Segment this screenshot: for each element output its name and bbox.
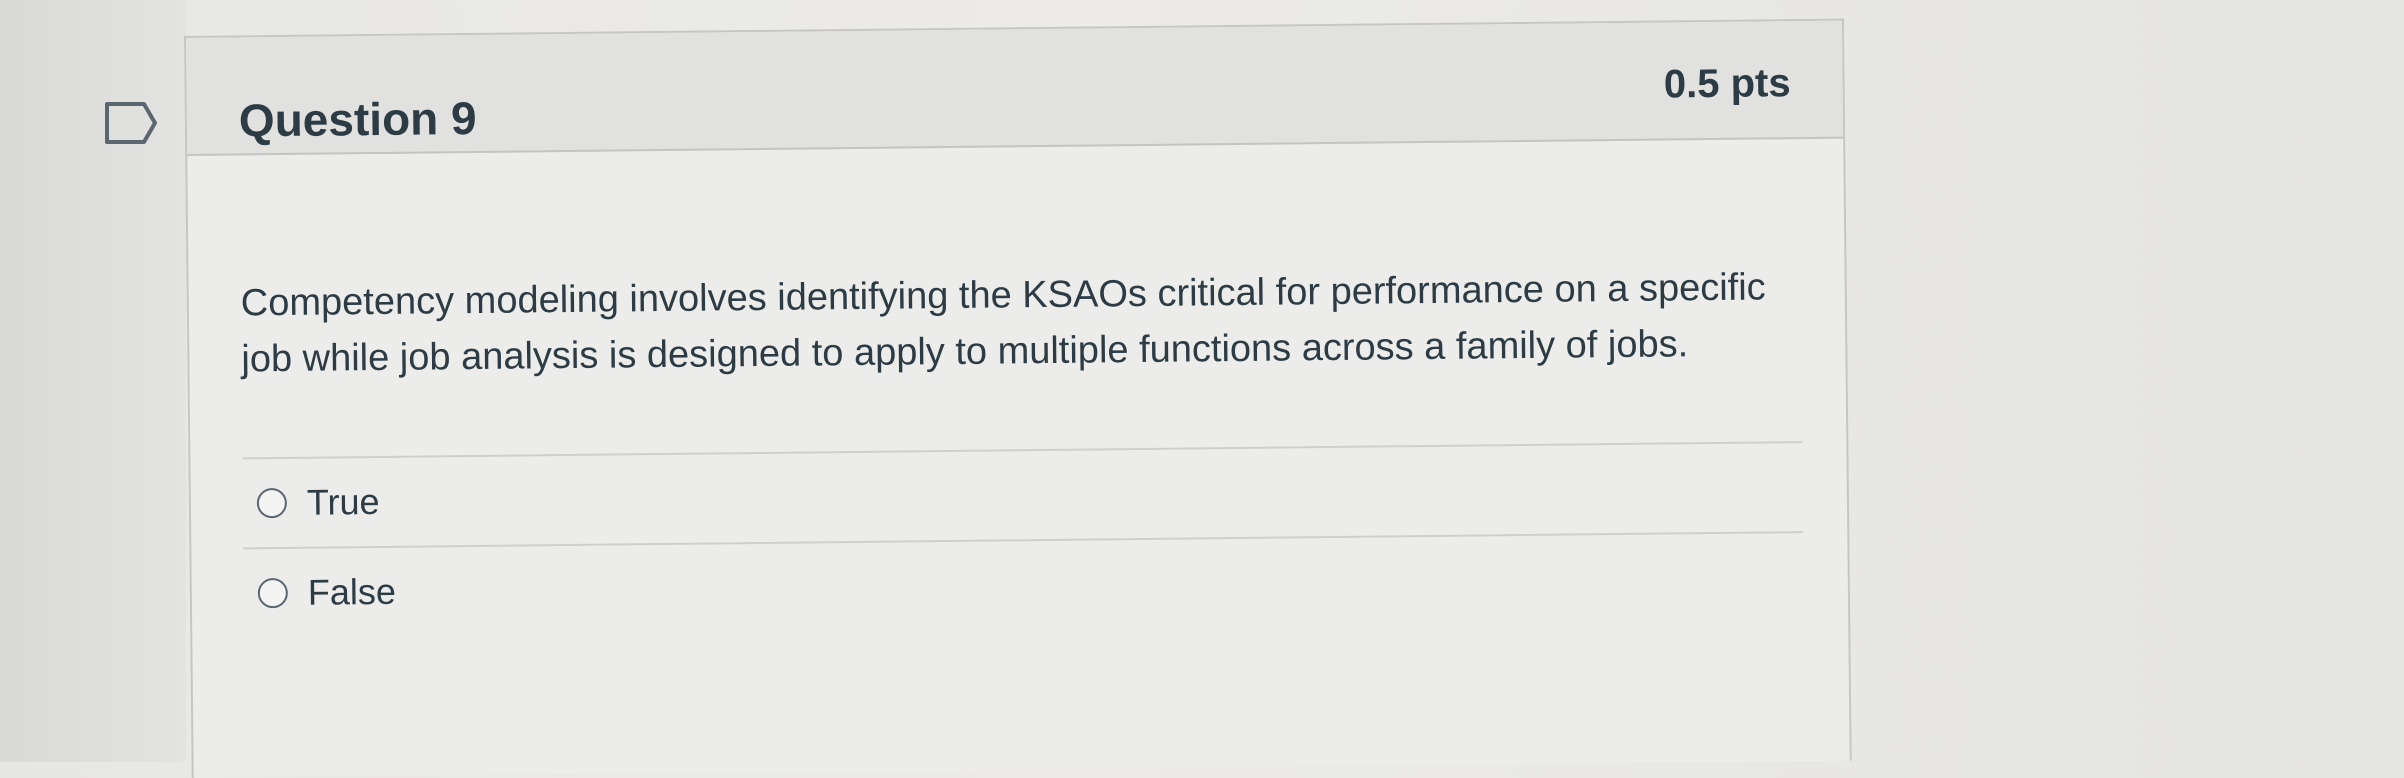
- radio-button-icon[interactable]: [257, 577, 288, 609]
- answer-label: False: [307, 570, 397, 613]
- answer-option-true[interactable]: True: [242, 441, 1804, 548]
- question-card: Question 9 0.5 pts Competency modeling i…: [184, 18, 1852, 778]
- answer-list: True False: [242, 441, 1805, 638]
- flag-question-icon[interactable]: [104, 100, 158, 146]
- question-header: Question 9 0.5 pts: [186, 20, 1844, 156]
- answer-option-false[interactable]: False: [243, 531, 1805, 638]
- question-body: Competency modeling involves identifying…: [187, 139, 1848, 638]
- answer-label: True: [306, 480, 380, 523]
- radio-button-icon[interactable]: [256, 487, 288, 519]
- question-points: 0.5 pts: [1663, 61, 1791, 107]
- page-margin: [0, 0, 186, 762]
- question-title: Question 9: [238, 91, 477, 147]
- question-text: Competency modeling involves identifying…: [240, 266, 1766, 381]
